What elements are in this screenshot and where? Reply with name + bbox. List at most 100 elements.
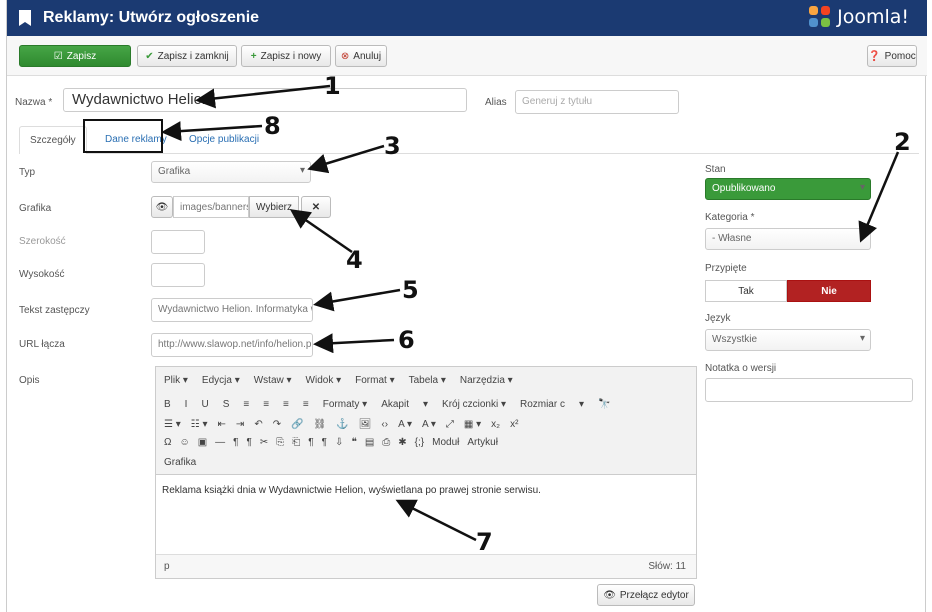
editor-tool-5[interactable]: ¶ [247, 437, 252, 448]
editor-tool-8[interactable]: ⎗ [292, 437, 300, 448]
editor-tool-2[interactable]: ⇤ [218, 419, 226, 430]
editor-toolbar: Plik ▾ Edycja ▾ Wstaw ▾ Widok ▾ Format ▾ Tabe… [156, 367, 696, 475]
help-button[interactable]: ❓ Pomoc [867, 45, 917, 67]
name-input[interactable]: Wydawnictwo Helion [63, 88, 467, 112]
editor-tool-2[interactable]: ▣ [198, 437, 207, 448]
editor-tool-7[interactable]: ⎘ [276, 437, 284, 448]
save-new-button[interactable]: + Zapisz i nowy [241, 45, 331, 67]
editor-tool-2[interactable]: U [201, 399, 208, 410]
editor-tool-17[interactable]: Moduł [432, 437, 459, 448]
editor-tool-7[interactable]: ⛓ [314, 419, 327, 430]
header-bar: Reklamy: Utwórz ogłoszenie Joomla! [7, 0, 927, 36]
tab-details[interactable]: Szczegóły [19, 126, 87, 154]
editor-tool-16[interactable]: {;} [415, 437, 424, 448]
category-label: Kategoria * [705, 212, 755, 223]
image-path-input[interactable]: images/banners [173, 196, 249, 218]
editor-tool-1[interactable]: ☺ [179, 437, 189, 448]
width-input[interactable] [151, 230, 205, 254]
help-icon: ❓ [868, 50, 881, 62]
toggle-editor-button[interactable]: 👁 Przełącz edytor [597, 584, 695, 606]
editor-tool-12[interactable]: Rozmiar c [520, 399, 565, 410]
editor-menu-item-3[interactable]: Widok ▾ [306, 375, 342, 386]
editor-tool-4[interactable]: ≡ [243, 399, 249, 410]
editor-tool-13[interactable]: ▾ [579, 399, 584, 410]
editor-tool-9[interactable]: Akapit [381, 399, 409, 410]
status-select[interactable]: Opublikowano [705, 178, 871, 200]
editor-menu-item-4[interactable]: Format ▾ [355, 375, 394, 386]
editor-menu-item-6[interactable]: Narzędzia ▾ [460, 375, 513, 386]
editor-tool-5[interactable]: ↷ [273, 419, 281, 430]
image-label: Grafika [19, 203, 52, 214]
editor-tool-16[interactable]: x² [510, 419, 518, 430]
version-note-input[interactable] [705, 378, 913, 402]
editor-tool-13[interactable]: ⤢ [446, 419, 454, 430]
joomla-logo: Joomla! [809, 6, 909, 28]
editor-tool-13[interactable]: ▤ [365, 437, 374, 448]
editor-tool-12[interactable]: A ▾ [422, 419, 436, 430]
editor-tool-7[interactable]: ≡ [303, 399, 309, 410]
editor-tool-14[interactable]: ▦ ▾ [464, 419, 481, 430]
category-select[interactable]: - Własne [705, 228, 871, 250]
editor-menu-item-0[interactable]: Plik ▾ [164, 375, 188, 386]
editor-menu-item-5[interactable]: Tabela ▾ [409, 375, 446, 386]
editor-menubar: Plik ▾ Edycja ▾ Wstaw ▾ Widok ▾ Format ▾ Tabe… [164, 375, 513, 386]
type-label: Typ [19, 167, 36, 178]
editor-content[interactable]: Reklama książki dnia w Wydawnictwie Heli… [162, 485, 541, 496]
editor-tool-14[interactable]: ⎙ [382, 437, 390, 448]
editor-tool-9[interactable]: 🖼 [359, 419, 372, 430]
editor-tool-18[interactable]: Artykuł [467, 437, 498, 448]
editor-tool-11[interactable]: ⇩ [335, 437, 343, 448]
url-input[interactable]: http://www.slawop.net/info/helion.ph [151, 333, 313, 357]
language-select[interactable]: Wszystkie [705, 329, 871, 351]
editor-tool-10[interactable]: ¶ [322, 437, 327, 448]
editor-tool-8[interactable]: ⚓ [336, 419, 348, 430]
image-select-button[interactable]: Wybierz [249, 196, 299, 218]
editor-tool-3[interactable]: S [223, 399, 230, 410]
page-title: Reklamy: Utwórz ogłoszenie [43, 9, 260, 26]
editor-tool-15[interactable]: ✱ [398, 437, 406, 448]
editor-tool-5[interactable]: ≡ [263, 399, 269, 410]
editor-tool-9[interactable]: ¶ [308, 437, 313, 448]
editor-tool-6[interactable]: 🔗 [291, 419, 303, 430]
editor-toolbar-row-1: B I U S ≡ ≡ ≡ ≡ Formaty ▾ Akapit ▾ Krój czcionki ▾ R… [164, 399, 610, 410]
height-input[interactable] [151, 263, 205, 287]
editor-tool-0[interactable]: ☰ ▾ [164, 419, 181, 430]
pinned-no-button[interactable]: Nie [787, 280, 871, 302]
editor-tool-10[interactable]: ▾ [423, 399, 428, 410]
editor-tool-6[interactable]: ≡ [283, 399, 289, 410]
type-select[interactable]: Grafika [151, 161, 311, 183]
pinned-yes-button[interactable]: Tak [705, 280, 787, 302]
save-button[interactable]: ☑ Zapisz [19, 45, 131, 67]
editor-tool-4[interactable]: ¶ [233, 437, 238, 448]
save-close-button[interactable]: ✔ Zapisz i zamknij [137, 45, 237, 67]
editor-tool-1[interactable]: ☷ ▾ [191, 419, 208, 430]
rich-text-editor[interactable]: Plik ▾ Edycja ▾ Wstaw ▾ Widok ▾ Format ▾ Tabe… [155, 366, 697, 579]
editor-tool-0[interactable]: Grafika [164, 457, 196, 468]
editor-tool-3[interactable]: — [215, 437, 225, 448]
editor-menu-item-1[interactable]: Edycja ▾ [202, 375, 240, 386]
cancel-button[interactable]: ⊗ Anuluj [335, 45, 387, 67]
editor-tool-14[interactable]: 🔭 [598, 399, 610, 410]
tab-publishing[interactable]: Opcje publikacji [179, 126, 269, 154]
editor-tool-8[interactable]: Formaty ▾ [323, 399, 367, 410]
language-label: Język [705, 313, 731, 324]
editor-tool-1[interactable]: I [185, 399, 188, 410]
preview-icon[interactable]: 👁 [151, 196, 173, 218]
editor-tool-4[interactable]: ↶ [254, 419, 262, 430]
editor-tool-12[interactable]: ❝ [351, 437, 356, 448]
editor-tool-0[interactable]: Ω [164, 437, 171, 448]
editor-menu-item-2[interactable]: Wstaw ▾ [254, 375, 292, 386]
editor-tool-0[interactable]: B [164, 399, 171, 410]
annotation-1: 1 [324, 72, 341, 100]
editor-tool-11[interactable]: Krój czcionki ▾ [442, 399, 506, 410]
editor-tool-10[interactable]: ‹› [381, 419, 388, 430]
editor-tool-11[interactable]: A ▾ [398, 419, 412, 430]
image-clear-button[interactable]: ✕ [301, 196, 331, 218]
cancel-icon: ⊗ [340, 50, 350, 62]
alias-input[interactable]: Generuj z tytułu [515, 90, 679, 114]
annotation-2: 2 [894, 128, 911, 156]
editor-tool-3[interactable]: ⇥ [236, 419, 244, 430]
editor-tool-6[interactable]: ✂ [260, 437, 268, 448]
alt-input[interactable]: Wydawnictwo Helion. Informatyka w [151, 298, 313, 322]
editor-tool-15[interactable]: x₂ [491, 419, 500, 430]
